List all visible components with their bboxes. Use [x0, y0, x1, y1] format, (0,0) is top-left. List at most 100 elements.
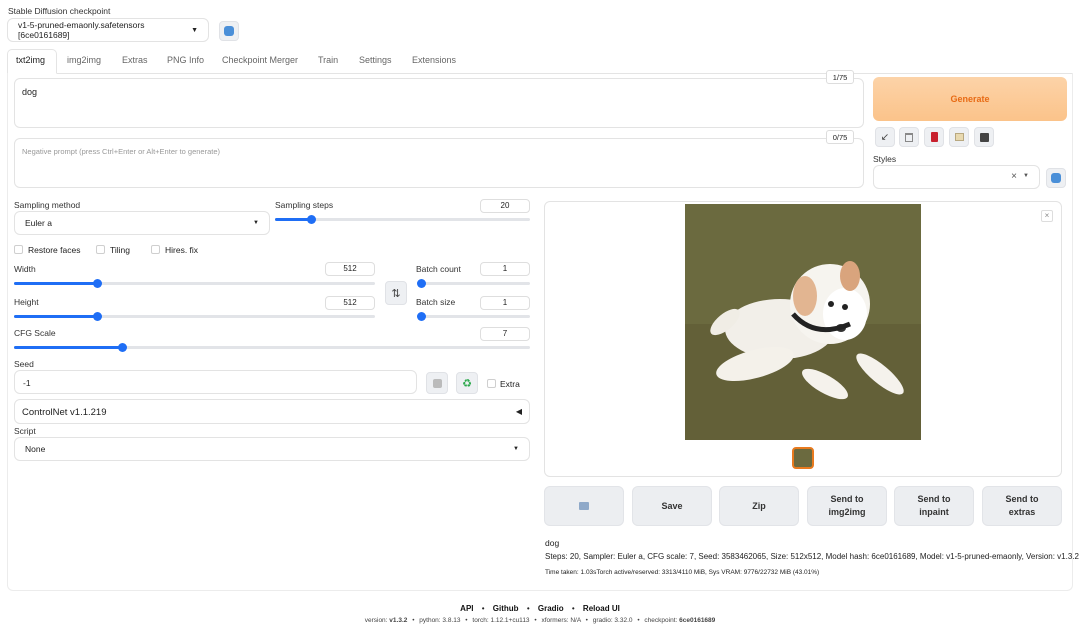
info-time: Time taken: 1.03sTorch active/reserved: …	[545, 569, 820, 576]
footer-sep: •	[412, 617, 415, 624]
send-to-inpaint-button[interactable]: Send to inpaint	[894, 486, 974, 526]
script-value: None	[25, 444, 46, 454]
footer-sep: •	[571, 604, 575, 613]
extra-seed-checkbox[interactable]	[487, 379, 496, 388]
styles-refresh-button[interactable]	[1046, 168, 1066, 188]
negative-prompt-token-counter: 0/75	[826, 130, 854, 144]
checkpoint-select[interactable]: v1-5-pruned-emaonly.safetensors [6ce0161…	[7, 18, 209, 42]
sampling-method-label: Sampling method	[14, 200, 81, 210]
prompt-text: dog	[22, 87, 38, 97]
height-label: Height	[14, 297, 39, 307]
card-icon	[930, 132, 938, 142]
footer-link-github[interactable]: Github	[493, 604, 519, 613]
negative-prompt-placeholder: Negative prompt (press Ctrl+Enter or Alt…	[22, 147, 221, 156]
seed-label: Seed	[14, 359, 34, 369]
batch-size-slider[interactable]	[417, 312, 530, 321]
info-prompt: dog	[545, 538, 560, 548]
clear-prompt-button[interactable]	[899, 127, 919, 147]
hires-fix-checkbox[interactable]	[151, 245, 160, 254]
footer-links: API • Github • Gradio • Reload UI	[0, 604, 1080, 613]
zip-button[interactable]: Zip	[719, 486, 799, 526]
checkpoint-footer-value: 6ce0161689	[679, 617, 716, 624]
controlnet-label: ControlNet v1.1.219	[22, 407, 107, 418]
footer-sep: •	[526, 604, 530, 613]
swap-dimensions-button[interactable]: ⇅	[385, 281, 407, 305]
footer-sep: •	[585, 617, 588, 624]
tab-train[interactable]: Train	[318, 55, 338, 65]
tab-extensions[interactable]: Extensions	[412, 55, 456, 65]
dropdown-arrow-icon: ▼	[191, 26, 198, 34]
trash-icon	[905, 132, 913, 142]
width-input[interactable]: 512	[325, 262, 375, 276]
recycle-icon: ♻	[462, 377, 472, 390]
send-to-img2img-button[interactable]: Send to img2img	[807, 486, 887, 526]
restore-faces-checkbox[interactable]	[14, 245, 23, 254]
swap-icon: ⇅	[391, 287, 401, 300]
reuse-seed-button[interactable]: ♻	[456, 372, 478, 394]
width-label: Width	[14, 264, 36, 274]
tab-checkpoint-merger[interactable]: Checkpoint Merger	[222, 55, 298, 65]
footer-sep: •	[637, 617, 640, 624]
sampling-method-value: Euler a	[25, 218, 52, 228]
refresh-icon	[1051, 173, 1061, 183]
script-label: Script	[14, 426, 36, 436]
footer-link-api[interactable]: API	[460, 604, 473, 613]
seed-input[interactable]: -1	[14, 370, 417, 394]
footer-sep: •	[481, 604, 485, 613]
list-icon	[954, 133, 964, 141]
random-seed-button[interactable]	[426, 372, 448, 394]
sampling-steps-input[interactable]: 20	[480, 199, 530, 213]
batch-count-input[interactable]: 1	[480, 262, 530, 276]
footer-versions: version: v1.3.2 • python: 3.8.13 • torch…	[0, 617, 1080, 624]
seed-value: -1	[23, 378, 31, 388]
tab-txt2img[interactable]: txt2img	[16, 55, 45, 65]
cfg-scale-label: CFG Scale	[14, 328, 56, 338]
batch-size-label: Batch size	[416, 297, 456, 307]
generate-button[interactable]: Generate	[873, 77, 1067, 121]
sampling-steps-slider[interactable]	[275, 215, 530, 224]
open-folder-button[interactable]	[544, 486, 624, 526]
dropdown-arrow-icon: ▼	[1023, 173, 1029, 179]
controlnet-accordion[interactable]: ControlNet v1.1.219 ◀	[14, 399, 530, 424]
apply-style-button[interactable]	[949, 127, 969, 147]
batch-size-input[interactable]: 1	[480, 296, 530, 310]
styles-clear[interactable]: ×	[1011, 171, 1017, 182]
gradio-version: gradio: 3.32.0	[592, 617, 633, 624]
tiling-checkbox[interactable]	[96, 245, 105, 254]
save-button[interactable]: Save	[632, 486, 712, 526]
footer-link-gradio[interactable]: Gradio	[538, 604, 564, 613]
dog-image	[685, 204, 921, 440]
read-params-button[interactable]: ↙	[875, 127, 895, 147]
send-to-extras-button[interactable]: Send to extras	[982, 486, 1062, 526]
prompt-token-counter: 1/75	[826, 70, 854, 84]
tab-extras[interactable]: Extras	[122, 55, 148, 65]
negative-prompt-textarea[interactable]: Negative prompt (press Ctrl+Enter or Alt…	[14, 138, 864, 188]
script-select[interactable]: None ▼	[14, 437, 530, 461]
height-input[interactable]: 512	[325, 296, 375, 310]
cfg-scale-input[interactable]: 7	[480, 327, 530, 341]
extra-seed-label: Extra	[500, 379, 520, 389]
close-icon[interactable]: ×	[1041, 210, 1053, 222]
footer-link-reload-ui[interactable]: Reload UI	[583, 604, 620, 613]
footer-sep: •	[534, 617, 537, 624]
tab-img2img[interactable]: img2img	[67, 55, 101, 65]
thumbnail-icon[interactable]	[792, 447, 814, 469]
cfg-scale-slider[interactable]	[14, 343, 530, 352]
tiling-label: Tiling	[110, 245, 130, 255]
restore-faces-label: Restore faces	[28, 245, 81, 255]
styles-label: Styles	[873, 154, 897, 164]
height-slider[interactable]	[14, 312, 375, 321]
sampling-method-select[interactable]: Euler a ▼	[14, 211, 270, 235]
generated-image[interactable]	[685, 204, 921, 440]
checkpoint-refresh-button[interactable]	[219, 21, 239, 41]
width-slider[interactable]	[14, 279, 375, 288]
extra-networks-button[interactable]	[924, 127, 944, 147]
prompt-textarea[interactable]: dog	[14, 78, 864, 128]
checkpoint-label: Stable Diffusion checkpoint	[8, 6, 111, 16]
batch-count-slider[interactable]	[417, 279, 530, 288]
tab-png-info[interactable]: PNG Info	[167, 55, 204, 65]
info-params: Steps: 20, Sampler: Euler a, CFG scale: …	[545, 552, 1079, 561]
save-style-button[interactable]	[974, 127, 994, 147]
styles-dropdown[interactable]: × ▼	[873, 165, 1040, 189]
tab-settings[interactable]: Settings	[359, 55, 392, 65]
